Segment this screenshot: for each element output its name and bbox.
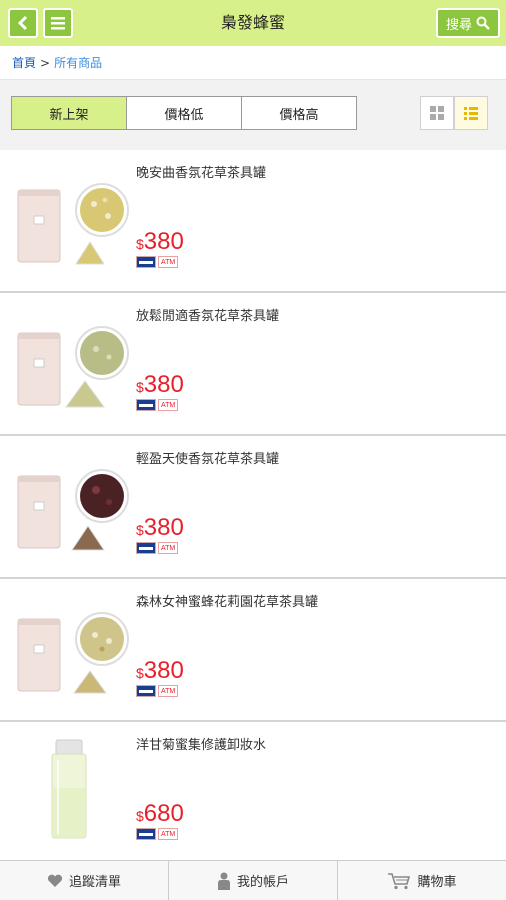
product-image bbox=[17, 612, 129, 694]
price-currency: $ bbox=[136, 236, 144, 252]
price-amount: 380 bbox=[143, 371, 184, 398]
product-item[interactable]: 輕盈天使香氛花草茶具罐 $380 ATM bbox=[0, 436, 506, 579]
payment-methods: ATM bbox=[136, 399, 179, 411]
payment-methods: ATM bbox=[136, 828, 179, 840]
visa-card-icon bbox=[136, 542, 156, 554]
nav-account[interactable]: 我的帳戶 bbox=[168, 861, 337, 900]
product-name[interactable]: 洋甘菊蜜集修護卸妝水 bbox=[136, 734, 266, 753]
atm-badge: ATM bbox=[158, 828, 179, 840]
payment-methods: ATM bbox=[136, 256, 179, 268]
sort-price-high-button[interactable]: 價格高 bbox=[241, 96, 357, 130]
chevron-left-icon bbox=[17, 15, 28, 31]
product-item[interactable]: 森林女神蜜蜂花莉園花草茶具罐 $380 ATM bbox=[0, 579, 506, 722]
price-currency: $ bbox=[136, 808, 144, 824]
grid-view-button[interactable] bbox=[420, 96, 454, 130]
menu-button[interactable] bbox=[43, 8, 73, 38]
nav-cart[interactable]: 購物車 bbox=[337, 861, 506, 900]
list-view-button[interactable] bbox=[454, 96, 488, 130]
visa-card-icon bbox=[136, 828, 156, 840]
product-price: $680 bbox=[136, 800, 184, 828]
product-name[interactable]: 森林女神蜜蜂花莉園花草茶具罐 bbox=[136, 591, 318, 610]
atm-badge: ATM bbox=[158, 542, 179, 554]
product-name[interactable]: 輕盈天使香氛花草茶具罐 bbox=[136, 448, 279, 467]
atm-badge: ATM bbox=[158, 399, 179, 411]
breadcrumb-separator: > bbox=[40, 55, 51, 70]
product-price: $380 bbox=[136, 371, 184, 399]
nav-label: 追蹤清單 bbox=[68, 875, 121, 890]
visa-card-icon bbox=[136, 399, 156, 411]
nav-label: 購物車 bbox=[417, 875, 457, 890]
product-price: $380 bbox=[136, 657, 184, 685]
sort-options: 新上架 價格低 價格高 bbox=[11, 96, 357, 130]
nav-wishlist[interactable]: 追蹤清單 bbox=[0, 861, 168, 900]
visa-card-icon bbox=[136, 685, 156, 697]
sort-bar: 新上架 價格低 價格高 bbox=[0, 80, 506, 150]
top-bar: 梟發蜂蜜 搜尋 bbox=[0, 0, 506, 46]
bottom-nav: 追蹤清單 我的帳戶 購物車 bbox=[0, 860, 506, 900]
page-title: 梟發蜂蜜 bbox=[220, 13, 285, 32]
product-item[interactable]: 放鬆閒適香氛花草茶具罐 $380 ATM bbox=[0, 293, 506, 436]
sort-price-low-button[interactable]: 價格低 bbox=[126, 96, 242, 130]
product-list: 晚安曲香氛花草茶具罐 $380 ATM 放鬆閒適香氛花草茶具罐 $380 ATM bbox=[0, 150, 506, 865]
heart-icon bbox=[47, 874, 63, 887]
visa-card-icon bbox=[136, 256, 156, 268]
grid-icon bbox=[430, 106, 444, 120]
product-image bbox=[17, 469, 129, 551]
nav-label: 我的帳戶 bbox=[236, 875, 289, 890]
breadcrumb: 首頁 > 所有商品 bbox=[0, 46, 506, 80]
price-currency: $ bbox=[136, 665, 144, 681]
product-name[interactable]: 放鬆閒適香氛花草茶具罐 bbox=[136, 305, 279, 324]
breadcrumb-current-link[interactable]: 所有商品 bbox=[54, 54, 102, 71]
product-item[interactable]: 晚安曲香氛花草茶具罐 $380 ATM bbox=[0, 150, 506, 293]
price-amount: 380 bbox=[143, 657, 184, 684]
product-image bbox=[51, 739, 87, 839]
back-button[interactable] bbox=[8, 8, 38, 38]
product-image bbox=[17, 326, 129, 408]
search-icon bbox=[476, 16, 490, 30]
atm-badge: ATM bbox=[158, 685, 179, 697]
price-amount: 680 bbox=[143, 800, 184, 827]
price-amount: 380 bbox=[143, 514, 184, 541]
payment-methods: ATM bbox=[136, 542, 179, 554]
hamburger-icon bbox=[51, 17, 65, 30]
product-price: $380 bbox=[136, 514, 184, 542]
product-image bbox=[17, 183, 129, 265]
person-icon bbox=[217, 872, 230, 890]
product-price: $380 bbox=[136, 228, 184, 256]
product-item[interactable]: 洋甘菊蜜集修護卸妝水 $680 ATM bbox=[0, 722, 506, 865]
cart-icon bbox=[388, 872, 411, 889]
breadcrumb-home-link[interactable]: 首頁 bbox=[12, 54, 36, 71]
atm-badge: ATM bbox=[158, 256, 179, 268]
price-currency: $ bbox=[136, 522, 144, 538]
product-name[interactable]: 晚安曲香氛花草茶具罐 bbox=[136, 162, 266, 181]
payment-methods: ATM bbox=[136, 685, 179, 697]
search-button[interactable]: 搜尋 bbox=[435, 8, 500, 38]
list-icon bbox=[464, 107, 478, 120]
view-toggle bbox=[420, 96, 488, 130]
price-currency: $ bbox=[136, 379, 144, 395]
sort-newest-button[interactable]: 新上架 bbox=[11, 96, 127, 130]
price-amount: 380 bbox=[143, 228, 184, 255]
search-label: 搜尋 bbox=[445, 17, 472, 33]
